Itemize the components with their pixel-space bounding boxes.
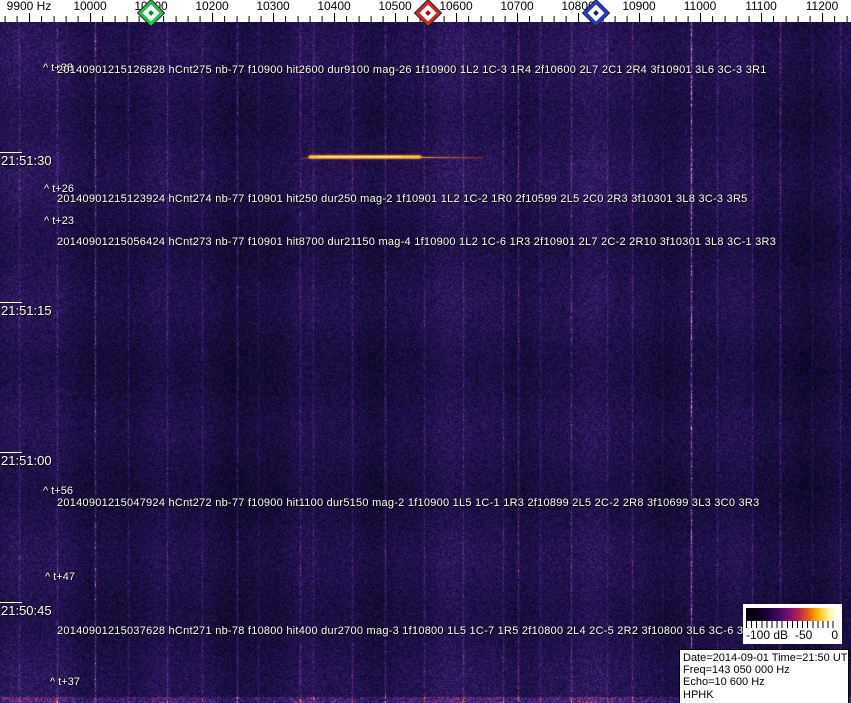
colorbar-label: 0 — [831, 628, 838, 642]
freq-tick-label: 10300 — [256, 0, 290, 13]
caret-annotation: ^ t+37 — [50, 676, 80, 688]
time-text: 21:51:15 — [1, 303, 52, 318]
caret-annotation: ^ t+56 — [43, 485, 73, 497]
info-line: Freq=143 050 000 Hz — [683, 664, 790, 677]
info-line: Date=2014-09-01 Time=21:50 UTC — [683, 652, 851, 664]
freq-tick-label: 10500 — [378, 0, 412, 13]
detection-text: 20140901215047924 hCnt272 nb-77 f10900 h… — [57, 497, 760, 509]
colorbar-label: -100 dB — [746, 628, 789, 642]
detection-text: 20140901215037628 hCnt271 nb-78 f10800 h… — [57, 625, 758, 637]
colorbar-gradient — [746, 608, 838, 621]
caret-annotation: ^ t+23 — [44, 215, 74, 227]
time-text: 21:51:00 — [1, 453, 52, 468]
time-text: 21:50:45 — [1, 603, 52, 618]
freq-tick-label: 10200 — [195, 0, 229, 13]
info-box: Date=2014-09-01 Time=21:50 UTC Freq=143 0… — [679, 649, 851, 703]
freq-tick-label: 10400 — [317, 0, 351, 13]
colorbar-ruler — [746, 621, 838, 628]
detection-text: 20140901215126828 hCnt275 nb-77 f10900 h… — [57, 64, 767, 76]
colorbar-labels: -100 dB -50 0 — [743, 628, 842, 643]
marker-dot — [148, 10, 154, 16]
marker-dot — [593, 10, 599, 16]
freq-tick-label: 11100 — [745, 0, 777, 13]
info-line: HPHK — [683, 688, 714, 701]
freq-tick-label: 10700 — [500, 0, 534, 13]
spectrogram-window: 9900 Hz100001010010200103001040010500106… — [0, 0, 851, 703]
marker-dot — [425, 10, 431, 16]
colorbar: -100 dB -50 0 — [743, 604, 842, 644]
colorbar-label: -50 — [795, 628, 813, 642]
freq-tick-label: 9900 Hz — [6, 0, 52, 13]
caret-annotation: ^ t+47 — [45, 571, 75, 583]
time-text: 21:51:30 — [1, 153, 52, 168]
spectrogram-canvas — [0, 22, 851, 703]
freq-tick-label: 10900 — [622, 0, 656, 13]
freq-tick-label: 10600 — [439, 0, 473, 13]
info-line: Echo=10 600 Hz — [683, 676, 765, 689]
freq-tick-label: 11000 — [683, 0, 717, 13]
detection-text: 20140901215056424 hCnt273 nb-77 f10901 h… — [57, 236, 777, 248]
freq-tick-label: 10000 — [73, 0, 107, 13]
detection-text: 20140901215123924 hCnt274 nb-77 f10901 h… — [57, 193, 748, 205]
freq-tick-label: 11200 — [805, 0, 839, 13]
